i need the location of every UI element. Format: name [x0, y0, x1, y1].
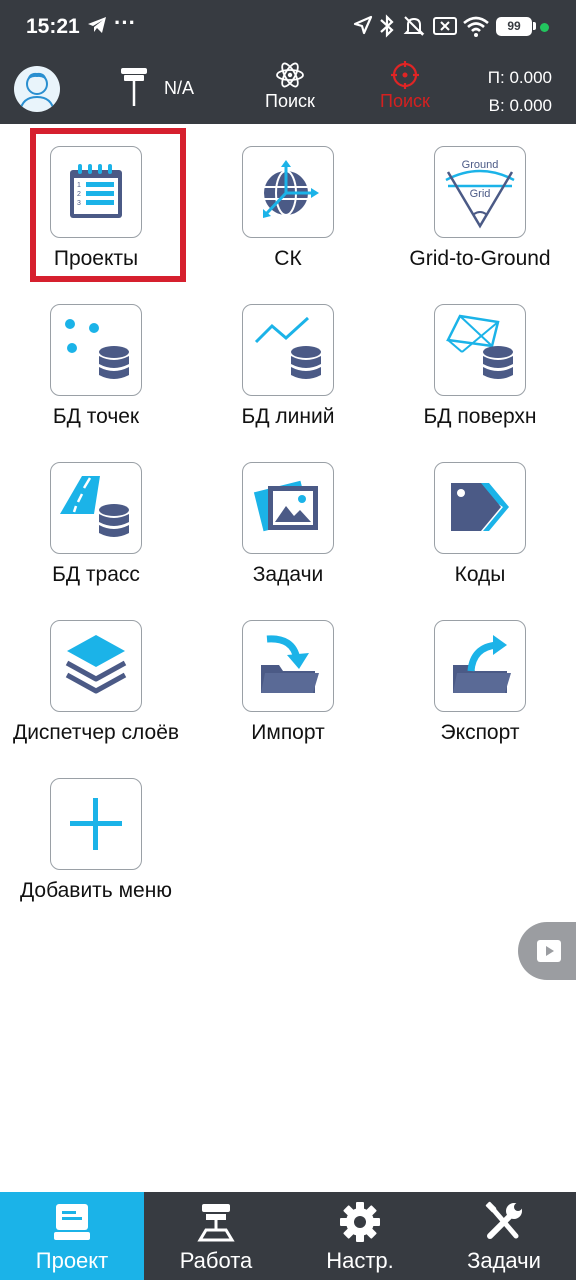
atom-icon — [276, 62, 304, 88]
surface-db-icon — [446, 314, 513, 379]
routes-db-icon — [60, 476, 129, 537]
projects-icon-box: 1 2 3 — [50, 146, 142, 238]
svg-text:2: 2 — [77, 191, 81, 198]
layer-manager-label: Диспетчер слоёв — [12, 721, 180, 744]
plus-icon — [70, 798, 122, 850]
search-target-label: Поиск — [380, 91, 430, 111]
nav-settings[interactable]: Настр. — [288, 1192, 432, 1280]
wifi-icon — [462, 14, 490, 43]
nav-work-label: Работа — [179, 1248, 253, 1273]
grid-to-ground-icon: Ground Grid — [445, 159, 515, 229]
import-label: Импорт — [251, 721, 325, 744]
points-db-icon — [65, 319, 129, 379]
status-bar: 15:21 ··· 99 — [0, 0, 576, 54]
cs-icon-box — [242, 146, 334, 238]
coord-v: В: 0.000 — [488, 96, 552, 115]
nav-project-label: Проект — [35, 1248, 109, 1273]
surface-db-icon-box — [434, 304, 526, 396]
menu-item-lines-db[interactable]: БД линий — [192, 284, 384, 442]
coord-p: П: 0.000 — [487, 68, 552, 87]
menu-item-add-menu[interactable]: Добавить меню — [0, 758, 192, 916]
search-target-button[interactable]: Поиск — [360, 60, 450, 118]
lines-db-icon — [254, 316, 321, 379]
menu-item-surface-db[interactable]: БД поверхн — [384, 284, 576, 442]
location-icon — [352, 14, 374, 41]
antenna-status: N/A — [164, 78, 195, 98]
add-menu-label: Добавить меню — [19, 879, 173, 902]
search-device-label: Поиск — [265, 91, 315, 111]
layers-icon — [65, 635, 127, 694]
play-icon — [537, 940, 561, 962]
no-sim-icon — [432, 14, 458, 43]
menu-item-cs[interactable]: СК — [192, 126, 384, 284]
menu-item-layer-manager[interactable]: Диспетчер слоёв — [0, 600, 192, 758]
codes-icon-box — [434, 462, 526, 554]
bluetooth-icon — [378, 14, 396, 43]
lines-db-label: БД линий — [241, 405, 335, 428]
import-folder-icon — [261, 635, 319, 693]
gnss-antenna-icon[interactable] — [118, 66, 150, 113]
menu-item-projects[interactable]: 1 2 3 Проекты — [0, 126, 192, 284]
battery-tip — [533, 22, 536, 30]
export-folder-icon — [453, 635, 511, 693]
svg-text:1: 1 — [77, 182, 81, 189]
routes-db-icon-box — [50, 462, 142, 554]
survey-instrument-icon — [197, 1204, 235, 1242]
svg-text:Ground: Ground — [462, 159, 499, 171]
globe-axes-icon — [263, 160, 319, 218]
menu-item-grid-to-ground[interactable]: Ground Grid Grid-to-Ground — [384, 126, 576, 284]
import-icon-box — [242, 620, 334, 712]
menu-item-import[interactable]: Импорт — [192, 600, 384, 758]
pictures-icon — [253, 480, 318, 532]
project-tab-icon — [54, 1204, 90, 1240]
nav-tasks-label: Задачи — [467, 1248, 541, 1273]
points-db-label: БД точек — [52, 405, 140, 428]
telegram-icon — [86, 14, 108, 41]
battery-indicator: 99 — [496, 17, 532, 36]
nav-settings-label: Настр. — [326, 1248, 394, 1273]
status-dot — [540, 23, 549, 32]
menu-item-routes-db[interactable]: БД трасс — [0, 442, 192, 600]
coordinates-readout: П: 0.000 В: 0.000 — [488, 64, 552, 120]
cs-label: СК — [274, 247, 302, 270]
svg-text:Grid: Grid — [470, 188, 491, 200]
codes-label: Коды — [454, 563, 506, 586]
nav-work[interactable]: Работа — [144, 1192, 288, 1280]
projects-icon: 1 2 3 — [70, 164, 122, 218]
svg-text:3: 3 — [77, 200, 81, 207]
grid-to-ground-icon-box: Ground Grid — [434, 146, 526, 238]
gear-icon — [340, 1202, 380, 1242]
projects-label: Проекты — [53, 247, 139, 270]
tasks-icon-box — [242, 462, 334, 554]
export-icon-box — [434, 620, 526, 712]
routes-db-label: БД трасс — [52, 563, 140, 586]
mute-icon — [402, 14, 426, 43]
status-time: 15:21 — [26, 15, 80, 38]
grid-to-ground-label: Grid-to-Ground — [409, 247, 551, 270]
menu-item-export[interactable]: Экспорт — [384, 600, 576, 758]
target-icon — [391, 61, 419, 89]
add-menu-icon-box — [50, 778, 142, 870]
export-label: Экспорт — [440, 721, 520, 744]
tasks-label: Задачи — [252, 563, 324, 586]
menu-item-points-db[interactable]: БД точек — [0, 284, 192, 442]
tools-icon — [485, 1201, 522, 1239]
nav-tasks[interactable]: Задачи — [432, 1192, 576, 1280]
menu-item-tasks[interactable]: Задачи — [192, 442, 384, 600]
more-notifications-icon: ··· — [114, 10, 136, 35]
search-device-button[interactable]: Поиск — [245, 60, 335, 118]
user-avatar[interactable] — [14, 66, 60, 112]
tags-icon — [451, 483, 509, 531]
points-db-icon-box — [50, 304, 142, 396]
menu-item-codes[interactable]: Коды — [384, 442, 576, 600]
user-icon — [19, 72, 55, 112]
nav-project[interactable]: Проект — [0, 1192, 144, 1280]
app-header: N/A Поиск Поиск П: 0.000 В: 0.000 — [0, 54, 576, 124]
surface-db-label: БД поверхн — [423, 405, 537, 428]
bottom-navigation: Проект Работа Настр. Задачи — [0, 1192, 576, 1280]
floating-media-button[interactable] — [518, 922, 576, 980]
layer-manager-icon-box — [50, 620, 142, 712]
lines-db-icon-box — [242, 304, 334, 396]
